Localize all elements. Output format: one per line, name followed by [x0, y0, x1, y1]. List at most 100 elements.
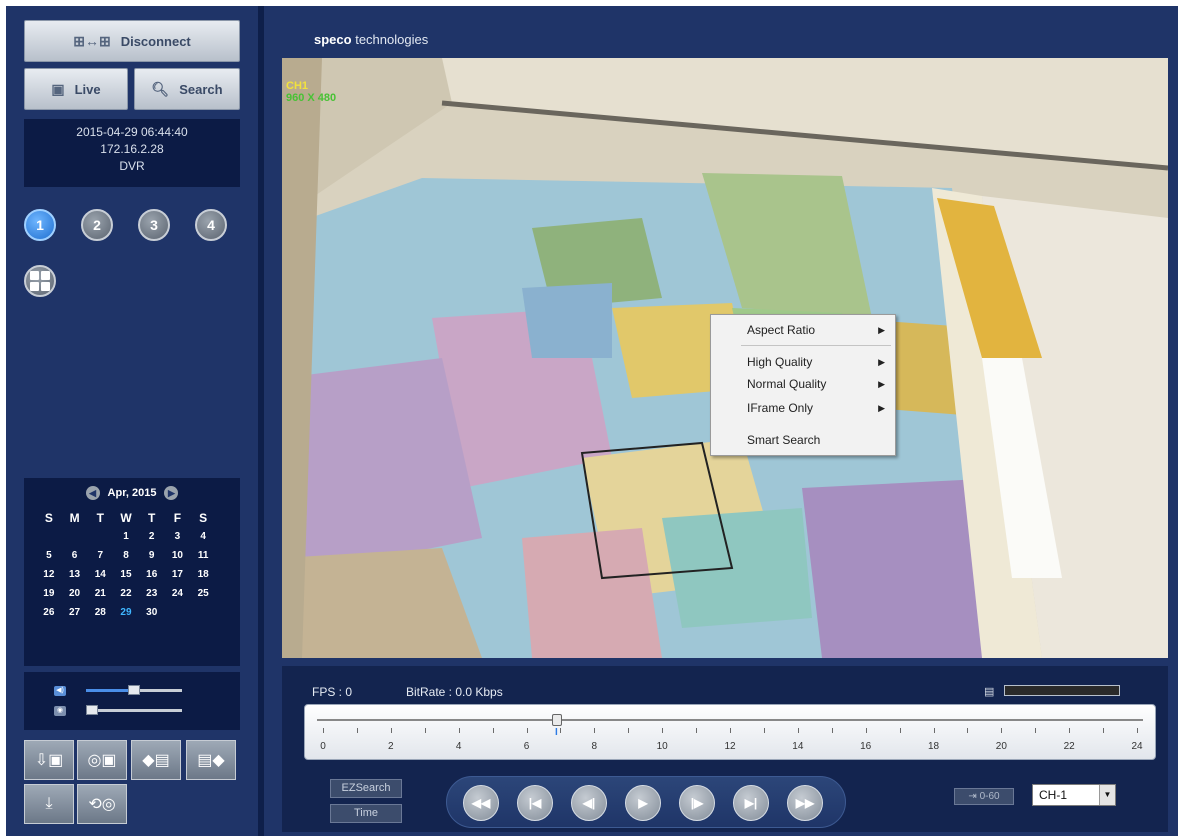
next-group-icon: ▤◆: [197, 752, 225, 769]
calendar-day[interactable]: 3: [165, 531, 191, 542]
step-forward-button[interactable]: |▶: [679, 785, 715, 821]
download-button[interactable]: ⤓: [24, 784, 74, 824]
timeline-tick: [730, 728, 731, 733]
video-view[interactable]: CH1 960 X 480 Aspect Ratio ▶ High Quality…: [282, 58, 1168, 658]
calendar-day[interactable]: 6: [62, 550, 88, 561]
timeline-hour-label: 2: [388, 741, 394, 752]
timeline-hour-label: 4: [455, 741, 462, 752]
calendar-day[interactable]: 30: [139, 607, 165, 618]
prev-month-icon[interactable]: ◀: [85, 486, 100, 500]
timeline[interactable]: 0 2 4 6 8 10 12 14 16 18 20 22 24 I: [304, 704, 1156, 760]
calendar-day[interactable]: 19: [36, 588, 62, 599]
calendar-day[interactable]: 28: [87, 607, 113, 618]
menu-smart-search[interactable]: Smart Search: [711, 429, 895, 451]
next-month-icon[interactable]: ▶: [164, 486, 179, 500]
disconnect-label: Disconnect: [120, 33, 191, 49]
volume-slider[interactable]: [86, 685, 182, 695]
timeline-thumb[interactable]: [552, 714, 563, 726]
ezsearch-button[interactable]: EZSearch: [330, 779, 402, 798]
calendar: ◀ Apr, 2015 ▶ S M T W T F S 1 2 3 4 5 6 7 8 9 10 11 12 13 14…: [24, 478, 240, 666]
timeline-track: [317, 719, 1143, 721]
calendar-week-row: 19 20 21 22 23 24 25: [36, 584, 216, 603]
calendar-day[interactable]: 21: [87, 588, 113, 599]
calendar-day[interactable]: 5: [36, 550, 62, 561]
timeline-tick: [628, 728, 630, 733]
calendar-day[interactable]: 29: [113, 607, 139, 618]
interval-button[interactable]: ⇥ 0-60: [954, 788, 1014, 805]
calendar-day[interactable]: 15: [113, 569, 139, 580]
channel-select-value: CH-1: [1039, 788, 1068, 802]
calendar-week-row: 12 13 14 15 16 17 18: [36, 565, 216, 584]
timeline-hour-label: 12: [724, 741, 736, 752]
channel-select[interactable]: CH-1 ▼: [1032, 784, 1116, 806]
calendar-day[interactable]: 18: [190, 569, 216, 580]
bitrate-readout: BitRate : 0.0 Kbps: [406, 685, 503, 699]
time-button[interactable]: Time: [330, 804, 402, 823]
calendar-day[interactable]: 16: [139, 569, 165, 580]
timeline-tick: [967, 728, 969, 733]
menu-iframe-only[interactable]: IFrame Only ▶: [711, 397, 895, 419]
camera-settings-button[interactable]: ◎▣: [77, 740, 127, 780]
channel-1-button[interactable]: 1: [24, 209, 56, 241]
prev-group-button[interactable]: ◆▤: [131, 740, 181, 780]
calendar-day[interactable]: 27: [62, 607, 88, 618]
mic-slider[interactable]: [86, 705, 182, 715]
calendar-day[interactable]: 14: [87, 569, 113, 580]
calendar-day[interactable]: 24: [165, 588, 191, 599]
quad-view-icon[interactable]: [24, 265, 56, 297]
export-clip-button[interactable]: ⇩▣: [24, 740, 74, 780]
timeline-hour-label: 22: [1063, 741, 1075, 752]
fast-forward-button[interactable]: ▶▶: [787, 785, 823, 821]
speaker-icon: ◀): [54, 686, 66, 696]
dvr-viewer-window: ⊞↔⊞ Disconnect ▣ Live 🔍︎ Search 2015-04-…: [6, 6, 1178, 836]
calendar-day[interactable]: 11: [190, 550, 216, 561]
submenu-arrow-icon: ▶: [878, 357, 885, 367]
fast-rewind-button[interactable]: ◀◀: [463, 785, 499, 821]
calendar-day[interactable]: 1: [113, 531, 139, 542]
calendar-day[interactable]: 25: [190, 588, 216, 599]
calendar-day[interactable]: 26: [36, 607, 62, 618]
channel-3-button[interactable]: 3: [138, 209, 170, 241]
device-type: DVR: [119, 159, 145, 173]
step-back-button[interactable]: ◀|: [571, 785, 607, 821]
calendar-week-row: 1234: [36, 527, 216, 546]
storage-bar: [1004, 685, 1120, 696]
calendar-day[interactable]: 23: [139, 588, 165, 599]
timeline-tick: [763, 728, 765, 733]
weekday-label: T: [96, 510, 104, 525]
channel-2-button[interactable]: 2: [81, 209, 113, 241]
channel-4-button[interactable]: 4: [195, 209, 227, 241]
next-group-button[interactable]: ▤◆: [186, 740, 236, 780]
weekday-label: S: [44, 510, 53, 525]
calendar-day[interactable]: 12: [36, 569, 62, 580]
play-button[interactable]: ▶: [625, 785, 661, 821]
calendar-day[interactable]: 2: [139, 531, 165, 542]
weekday-label: W: [120, 510, 132, 525]
timeline-hour-label: 16: [860, 741, 872, 752]
timeline-tick: [1069, 728, 1071, 733]
calendar-day[interactable]: 22: [113, 588, 139, 599]
skip-forward-button[interactable]: ▶|: [733, 785, 769, 821]
calendar-day[interactable]: 13: [62, 569, 88, 580]
setup-icon: ⟲◎: [88, 796, 116, 813]
setup-button[interactable]: ⟲◎: [77, 784, 127, 824]
calendar-day[interactable]: 4: [190, 531, 216, 542]
live-button[interactable]: ▣ Live: [24, 68, 128, 110]
calendar-day[interactable]: 8: [113, 550, 139, 561]
calendar-day[interactable]: 7: [87, 550, 113, 561]
calendar-day[interactable]: 9: [139, 550, 165, 561]
calendar-day[interactable]: 10: [165, 550, 191, 561]
submenu-arrow-icon: ▶: [878, 403, 885, 413]
disconnect-button[interactable]: ⊞↔⊞ Disconnect: [24, 20, 240, 62]
weekday-label: M: [69, 510, 80, 525]
calendar-day[interactable]: 20: [62, 588, 88, 599]
export-icon: ⇩▣: [34, 752, 64, 769]
timeline-tick: [390, 728, 392, 733]
skip-back-button[interactable]: |◀: [517, 785, 553, 821]
calendar-weekday-row: SMTWTFS: [36, 508, 216, 527]
menu-high-quality[interactable]: High Quality ▶: [711, 351, 895, 373]
menu-normal-quality[interactable]: Normal Quality ▶: [711, 373, 895, 395]
calendar-day[interactable]: 17: [165, 569, 191, 580]
menu-aspect-ratio[interactable]: Aspect Ratio ▶: [711, 319, 895, 341]
search-button[interactable]: 🔍︎ Search: [134, 68, 240, 110]
